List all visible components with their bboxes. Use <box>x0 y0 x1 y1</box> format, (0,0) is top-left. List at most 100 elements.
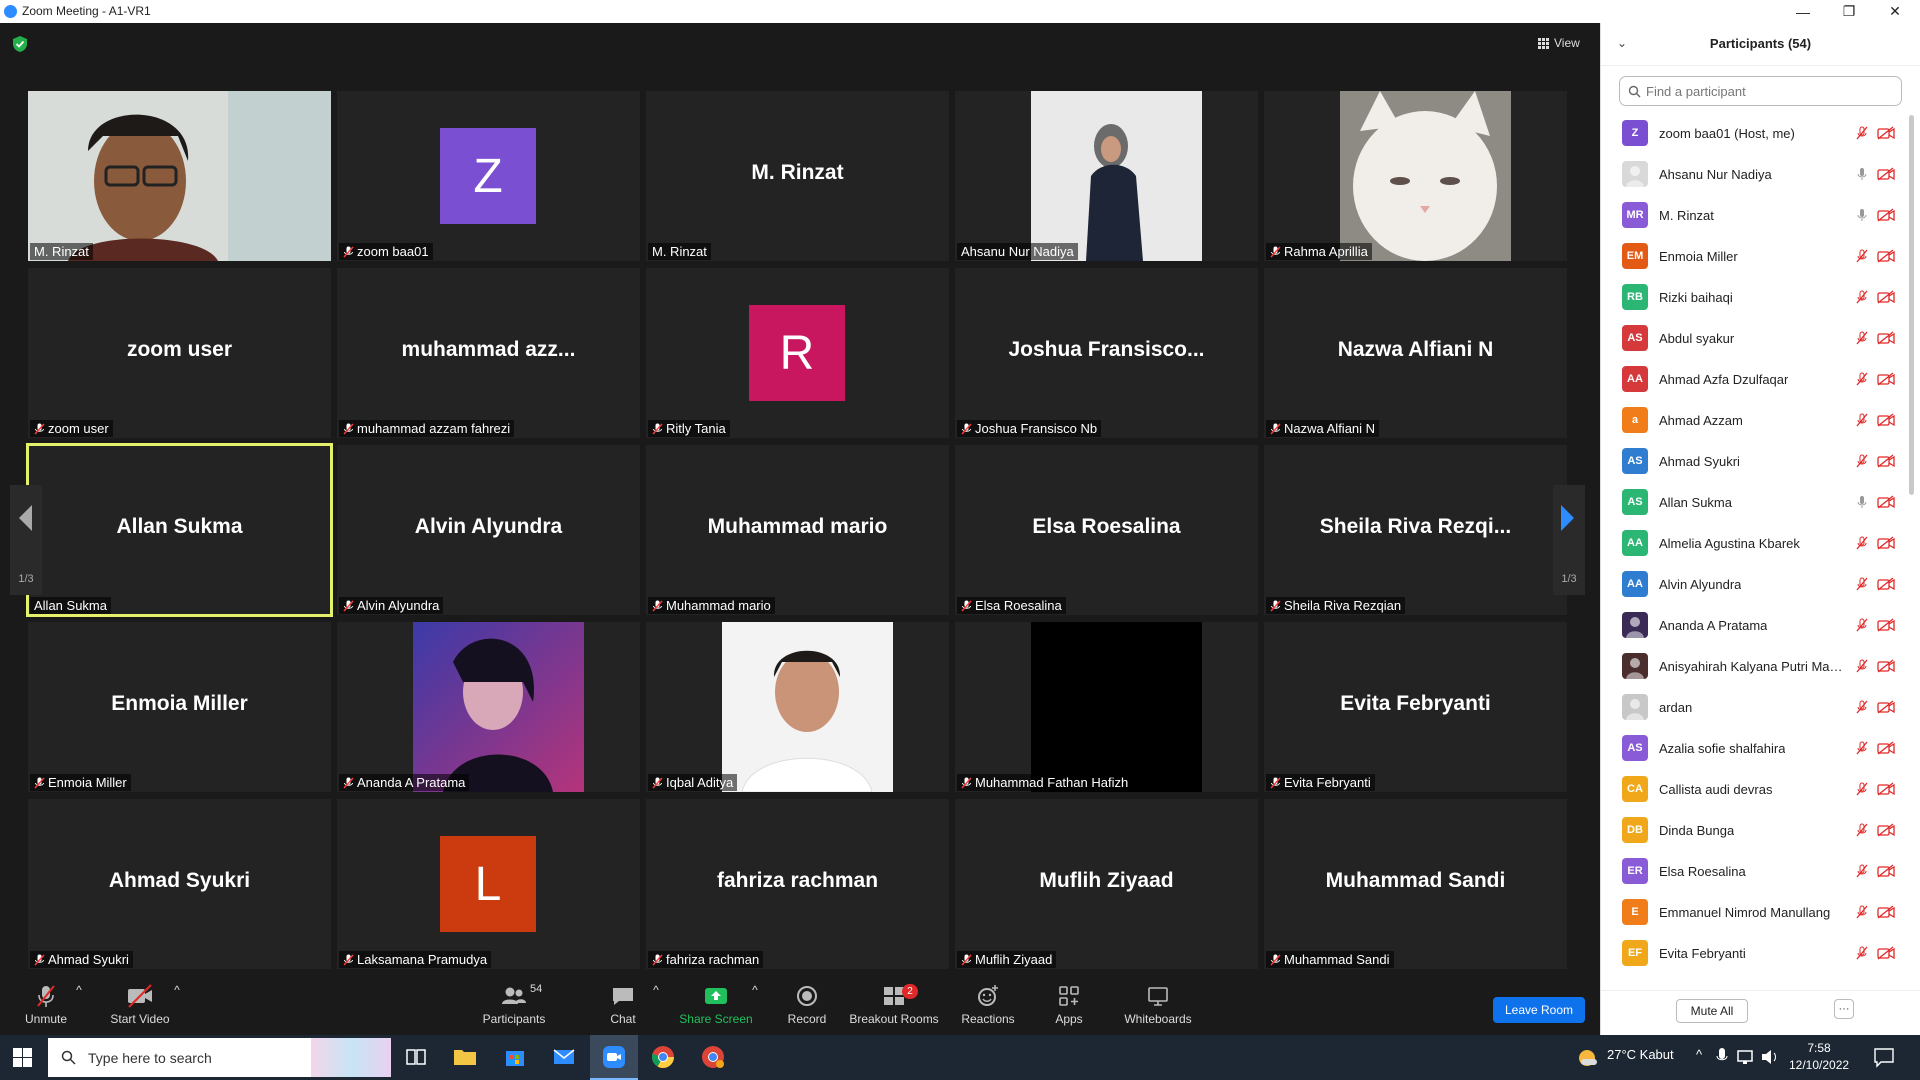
video-tile[interactable]: M. Rinzat <box>28 91 331 261</box>
video-off-icon[interactable] <box>1877 864 1895 878</box>
view-button[interactable]: View <box>1538 32 1594 54</box>
weather-text[interactable]: 27°C Kabut <box>1607 1047 1674 1062</box>
share-screen-button[interactable]: Share Screen <box>676 983 756 1031</box>
participant-row[interactable]: RB Rizki baihaqi <box>1601 277 1911 318</box>
participant-row[interactable]: EF Evita Febryanti <box>1601 933 1911 974</box>
maximize-button[interactable]: ❐ <box>1826 0 1872 23</box>
mute-all-button[interactable]: Mute All <box>1676 999 1748 1023</box>
taskbar-clock[interactable]: 7:58 12/10/2022 <box>1789 1040 1849 1074</box>
video-off-icon[interactable] <box>1877 331 1895 345</box>
participant-row[interactable]: AA Alvin Alyundra <box>1601 564 1911 605</box>
chrome-profile-icon[interactable] <box>700 1044 726 1070</box>
video-tile[interactable]: Alvin Alyundra Alvin Alyundra <box>337 445 640 615</box>
participant-row[interactable]: AS Azalia sofie shalfahira <box>1601 728 1911 769</box>
video-off-icon[interactable] <box>1877 700 1895 714</box>
mic-off-icon[interactable] <box>1856 905 1868 919</box>
video-off-icon[interactable] <box>1877 454 1895 468</box>
video-off-icon[interactable] <box>1877 536 1895 550</box>
video-tile[interactable]: Muhammad mario Muhammad mario <box>646 445 949 615</box>
participant-row[interactable]: a Ahmad Azzam <box>1601 400 1911 441</box>
participant-row[interactable]: AA Ahmad Azfa Dzulfaqar <box>1601 359 1911 400</box>
mic-off-icon[interactable] <box>1856 577 1868 591</box>
video-off-icon[interactable] <box>1877 413 1895 427</box>
windows-start-icon[interactable] <box>13 1048 32 1067</box>
zoom-taskbar-button[interactable] <box>590 1035 638 1080</box>
mail-icon[interactable] <box>551 1044 577 1070</box>
participant-row[interactable]: Anisyahirah Kalyana Putri Maul... <box>1601 646 1911 687</box>
mic-off-icon[interactable] <box>1856 618 1868 632</box>
video-tile[interactable]: Rahma Aprillia <box>1264 91 1567 261</box>
mic-off-icon[interactable] <box>1856 290 1868 304</box>
participant-row[interactable]: EM Enmoia Miller <box>1601 236 1911 277</box>
mic-off-icon[interactable] <box>1856 741 1868 755</box>
video-off-icon[interactable] <box>1877 577 1895 591</box>
mic-off-icon[interactable] <box>1856 413 1868 427</box>
reactions-button[interactable]: Reactions <box>958 983 1018 1031</box>
chrome-icon[interactable] <box>650 1044 676 1070</box>
participant-row[interactable]: Ananda A Pratama <box>1601 605 1911 646</box>
whiteboards-button[interactable]: Whiteboards <box>1120 983 1196 1031</box>
show-hidden-icons[interactable]: ^ <box>1696 1047 1702 1062</box>
participant-row[interactable]: Zzoom baa01 (Host, me) <box>1601 113 1911 154</box>
mic-off-icon[interactable] <box>1856 126 1868 140</box>
video-off-icon[interactable] <box>1877 823 1895 837</box>
video-off-icon[interactable] <box>1877 372 1895 386</box>
encryption-shield-icon[interactable] <box>12 35 28 53</box>
unmute-button[interactable]: Unmute <box>18 983 74 1031</box>
share-options-caret[interactable]: ^ <box>750 983 760 1031</box>
video-off-icon[interactable] <box>1877 618 1895 632</box>
participant-row[interactable]: ardan <box>1601 687 1911 728</box>
participant-search-input[interactable]: Find a participant <box>1619 76 1902 106</box>
video-tile[interactable]: Evita Febryanti Evita Febryanti <box>1264 622 1567 792</box>
mic-on-icon[interactable] <box>1856 208 1868 222</box>
video-tile[interactable]: Joshua Fransisco... Joshua Fransisco Nb <box>955 268 1258 438</box>
video-tile[interactable]: Iqbal Aditya <box>646 622 949 792</box>
participant-row[interactable]: AS Abdul syakur <box>1601 318 1911 359</box>
video-off-icon[interactable] <box>1877 495 1895 509</box>
next-page-button[interactable]: 1/3 <box>1553 485 1585 595</box>
video-tile[interactable]: fahriza rachman fahriza rachman <box>646 799 949 969</box>
video-tile[interactable]: Elsa Roesalina Elsa Roesalina <box>955 445 1258 615</box>
chat-button[interactable]: Chat <box>602 983 644 1031</box>
video-tile[interactable]: Sheila Riva Rezqi... Sheila Riva Rezqian <box>1264 445 1567 615</box>
video-tile[interactable]: Muflih Ziyaad Muflih Ziyaad <box>955 799 1258 969</box>
video-tile[interactable]: zoom user zoom user <box>28 268 331 438</box>
video-tile[interactable]: Allan Sukma Allan Sukma <box>26 443 333 617</box>
apps-button[interactable]: Apps <box>1048 983 1090 1031</box>
notifications-icon[interactable] <box>1873 1046 1895 1068</box>
mic-off-icon[interactable] <box>1856 823 1868 837</box>
mic-on-icon[interactable] <box>1856 167 1868 181</box>
participant-row[interactable]: AA Almelia Agustina Kbarek <box>1601 523 1911 564</box>
mic-off-icon[interactable] <box>1856 700 1868 714</box>
video-tile[interactable]: Muhammad Fathan Hafizh <box>955 622 1258 792</box>
mic-off-icon[interactable] <box>1856 782 1868 796</box>
video-off-icon[interactable] <box>1877 659 1895 673</box>
task-view-icon[interactable] <box>403 1044 429 1070</box>
close-window-button[interactable]: ✕ <box>1872 0 1918 23</box>
participants-button[interactable]: Participants 54 <box>478 983 550 1031</box>
breakout-rooms-button[interactable]: 2 Breakout Rooms <box>846 983 942 1031</box>
video-tile[interactable]: R Ritly Tania <box>646 268 949 438</box>
participant-row[interactable]: ER Elsa Roesalina <box>1601 851 1911 892</box>
video-off-icon[interactable] <box>1877 249 1895 263</box>
video-tile[interactable]: Ananda A Pratama <box>337 622 640 792</box>
video-tile[interactable]: Nazwa Alfiani N Nazwa Alfiani N <box>1264 268 1567 438</box>
participant-row[interactable]: CA Callista audi devras <box>1601 769 1911 810</box>
video-options-caret[interactable]: ^ <box>172 983 182 1031</box>
participant-list-scrollbar[interactable] <box>1909 115 1914 495</box>
participant-row[interactable]: Ahsanu Nur Nadiya <box>1601 154 1911 195</box>
participant-row[interactable]: AS Allan Sukma <box>1601 482 1911 523</box>
mic-off-icon[interactable] <box>1856 249 1868 263</box>
video-tile[interactable]: Muhammad Sandi Muhammad Sandi <box>1264 799 1567 969</box>
video-tile[interactable]: L Laksamana Pramudya <box>337 799 640 969</box>
mic-off-icon[interactable] <box>1856 372 1868 386</box>
mic-off-icon[interactable] <box>1856 331 1868 345</box>
video-off-icon[interactable] <box>1877 167 1895 181</box>
mic-off-icon[interactable] <box>1856 946 1868 960</box>
video-off-icon[interactable] <box>1877 946 1895 960</box>
chat-options-caret[interactable]: ^ <box>651 983 661 1031</box>
participant-row[interactable]: DB Dinda Bunga <box>1601 810 1911 851</box>
video-off-icon[interactable] <box>1877 208 1895 222</box>
participant-row[interactable]: AS Ahmad Syukri <box>1601 441 1911 482</box>
participant-row[interactable]: E Emmanuel Nimrod Manullang <box>1601 892 1911 933</box>
